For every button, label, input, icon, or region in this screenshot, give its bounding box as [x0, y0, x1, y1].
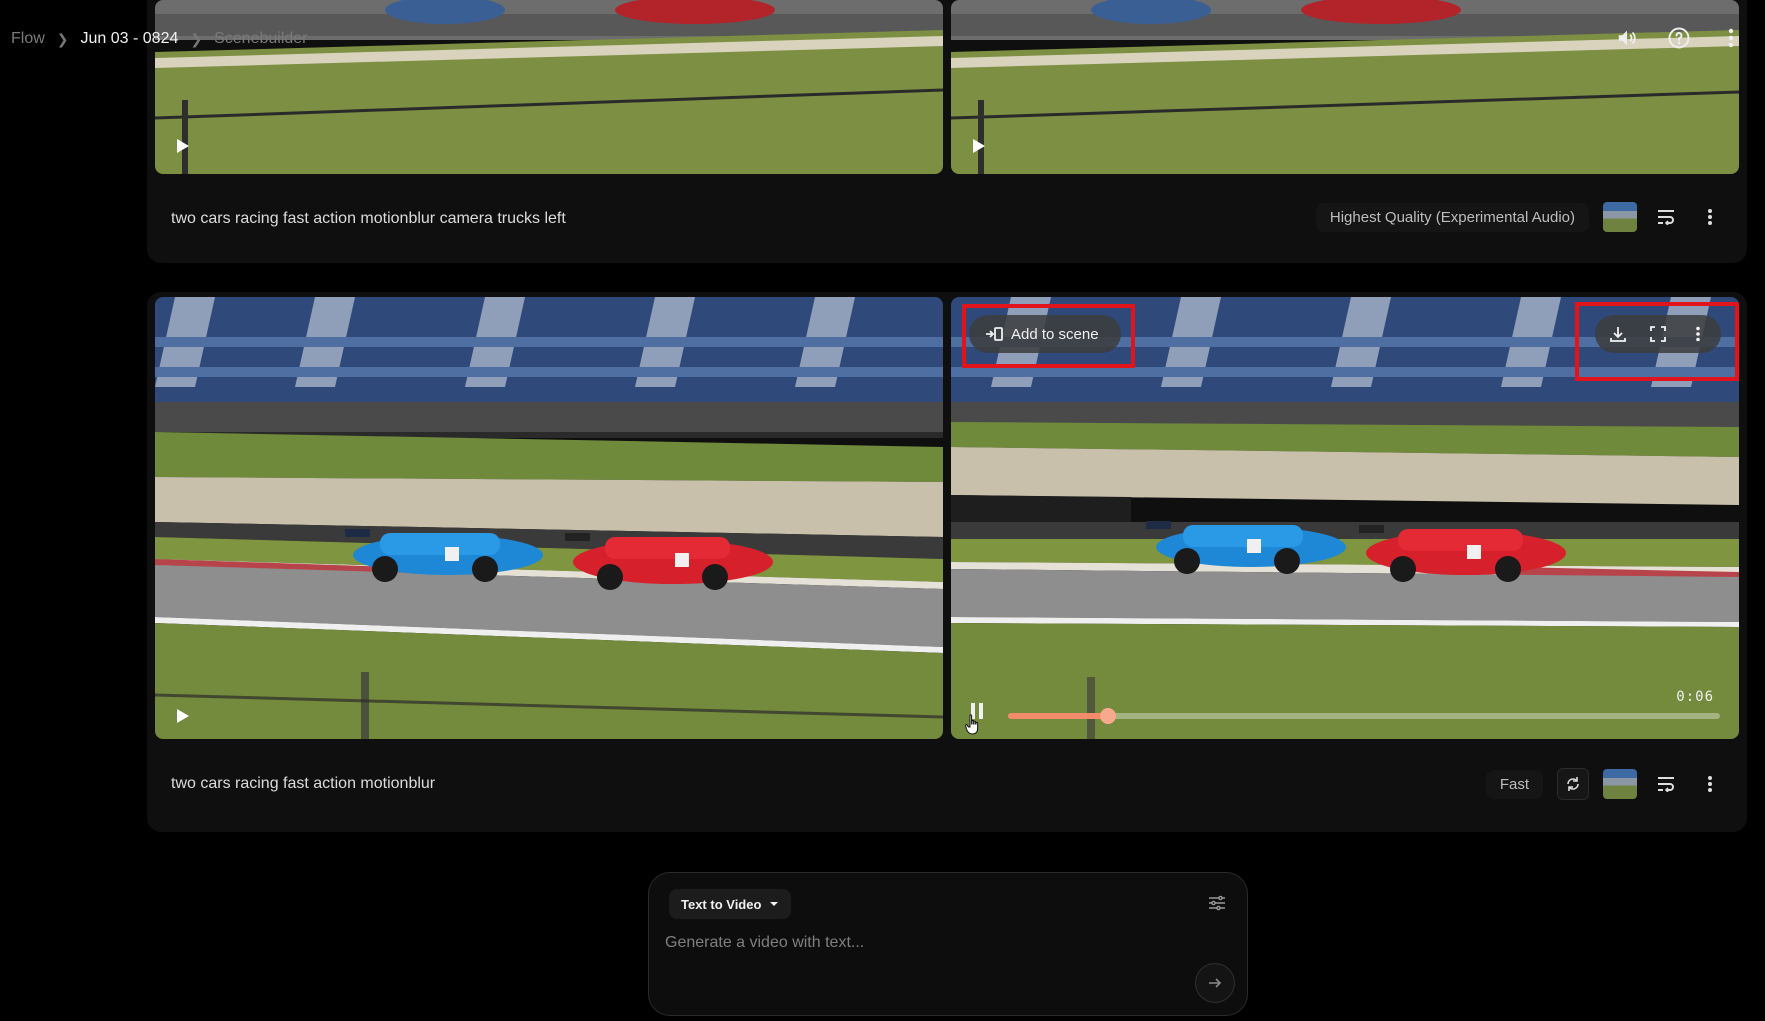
quality-badge: Fast	[1485, 769, 1543, 799]
reuse-prompt-icon[interactable]	[1651, 769, 1681, 799]
progress-handle[interactable]	[1099, 708, 1116, 724]
help-icon[interactable]	[1665, 24, 1693, 52]
header-actions	[1613, 24, 1745, 52]
progress-fill	[1008, 713, 1108, 719]
clip-meta: Highest Quality (Experimental Audio)	[1315, 202, 1725, 232]
breadcrumb-page: Scenebuilder	[214, 30, 308, 47]
caret-down-icon	[770, 902, 779, 906]
chevron-right-icon: ❯	[56, 30, 69, 47]
arrow-right-icon	[1209, 978, 1222, 988]
play-icon[interactable]	[177, 139, 189, 153]
clip-meta: Fast	[1485, 768, 1725, 800]
mode-dropdown[interactable]: Text to Video	[669, 889, 792, 919]
clip-card: two cars racing fast action motionblur c…	[147, 0, 1747, 263]
video-thumbnail[interactable]	[155, 297, 943, 739]
more-vert-icon[interactable]	[1695, 769, 1725, 799]
more-vert-icon[interactable]	[1717, 24, 1745, 52]
clip-prompt: two cars racing fast action motionblur	[171, 775, 436, 792]
settings-sliders-icon[interactable]	[1203, 889, 1231, 917]
frame-thumbnail[interactable]	[1603, 202, 1637, 232]
prompt-input[interactable]	[663, 927, 1207, 959]
volume-icon[interactable]	[1613, 24, 1641, 52]
highlight-box	[962, 304, 1135, 368]
frame-thumbnail[interactable]	[1603, 769, 1637, 799]
breadcrumb-flow[interactable]: Flow	[11, 30, 45, 48]
highlight-box	[1575, 302, 1739, 381]
send-button[interactable]	[1195, 963, 1235, 1003]
clip-prompt: two cars racing fast action motionblur c…	[171, 210, 566, 227]
chevron-right-icon: ❯	[190, 30, 203, 47]
quality-badge: Highest Quality (Experimental Audio)	[1315, 202, 1589, 232]
clip-card: Add to scene 0:06 two cars racing fast a…	[147, 292, 1747, 832]
hand-cursor-icon	[965, 714, 979, 735]
extend-icon[interactable]	[1557, 768, 1589, 800]
play-icon[interactable]	[177, 709, 189, 723]
video-progress-bar[interactable]	[1008, 708, 1720, 724]
timecode: 0:06	[1676, 689, 1714, 705]
prompt-composer: Text to Video	[648, 872, 1248, 1016]
play-icon[interactable]	[973, 139, 985, 153]
breadcrumb: Flow ❯ Jun 03 - 0824 ❯ Scenebuilder	[11, 26, 308, 52]
mode-label: Text to Video	[681, 896, 762, 912]
breadcrumb-project[interactable]: Jun 03 - 0824	[81, 30, 179, 48]
video-frame	[155, 297, 943, 739]
more-vert-icon[interactable]	[1695, 202, 1725, 232]
reuse-prompt-icon[interactable]	[1651, 202, 1681, 232]
video-player[interactable]: Add to scene 0:06	[951, 297, 1739, 739]
